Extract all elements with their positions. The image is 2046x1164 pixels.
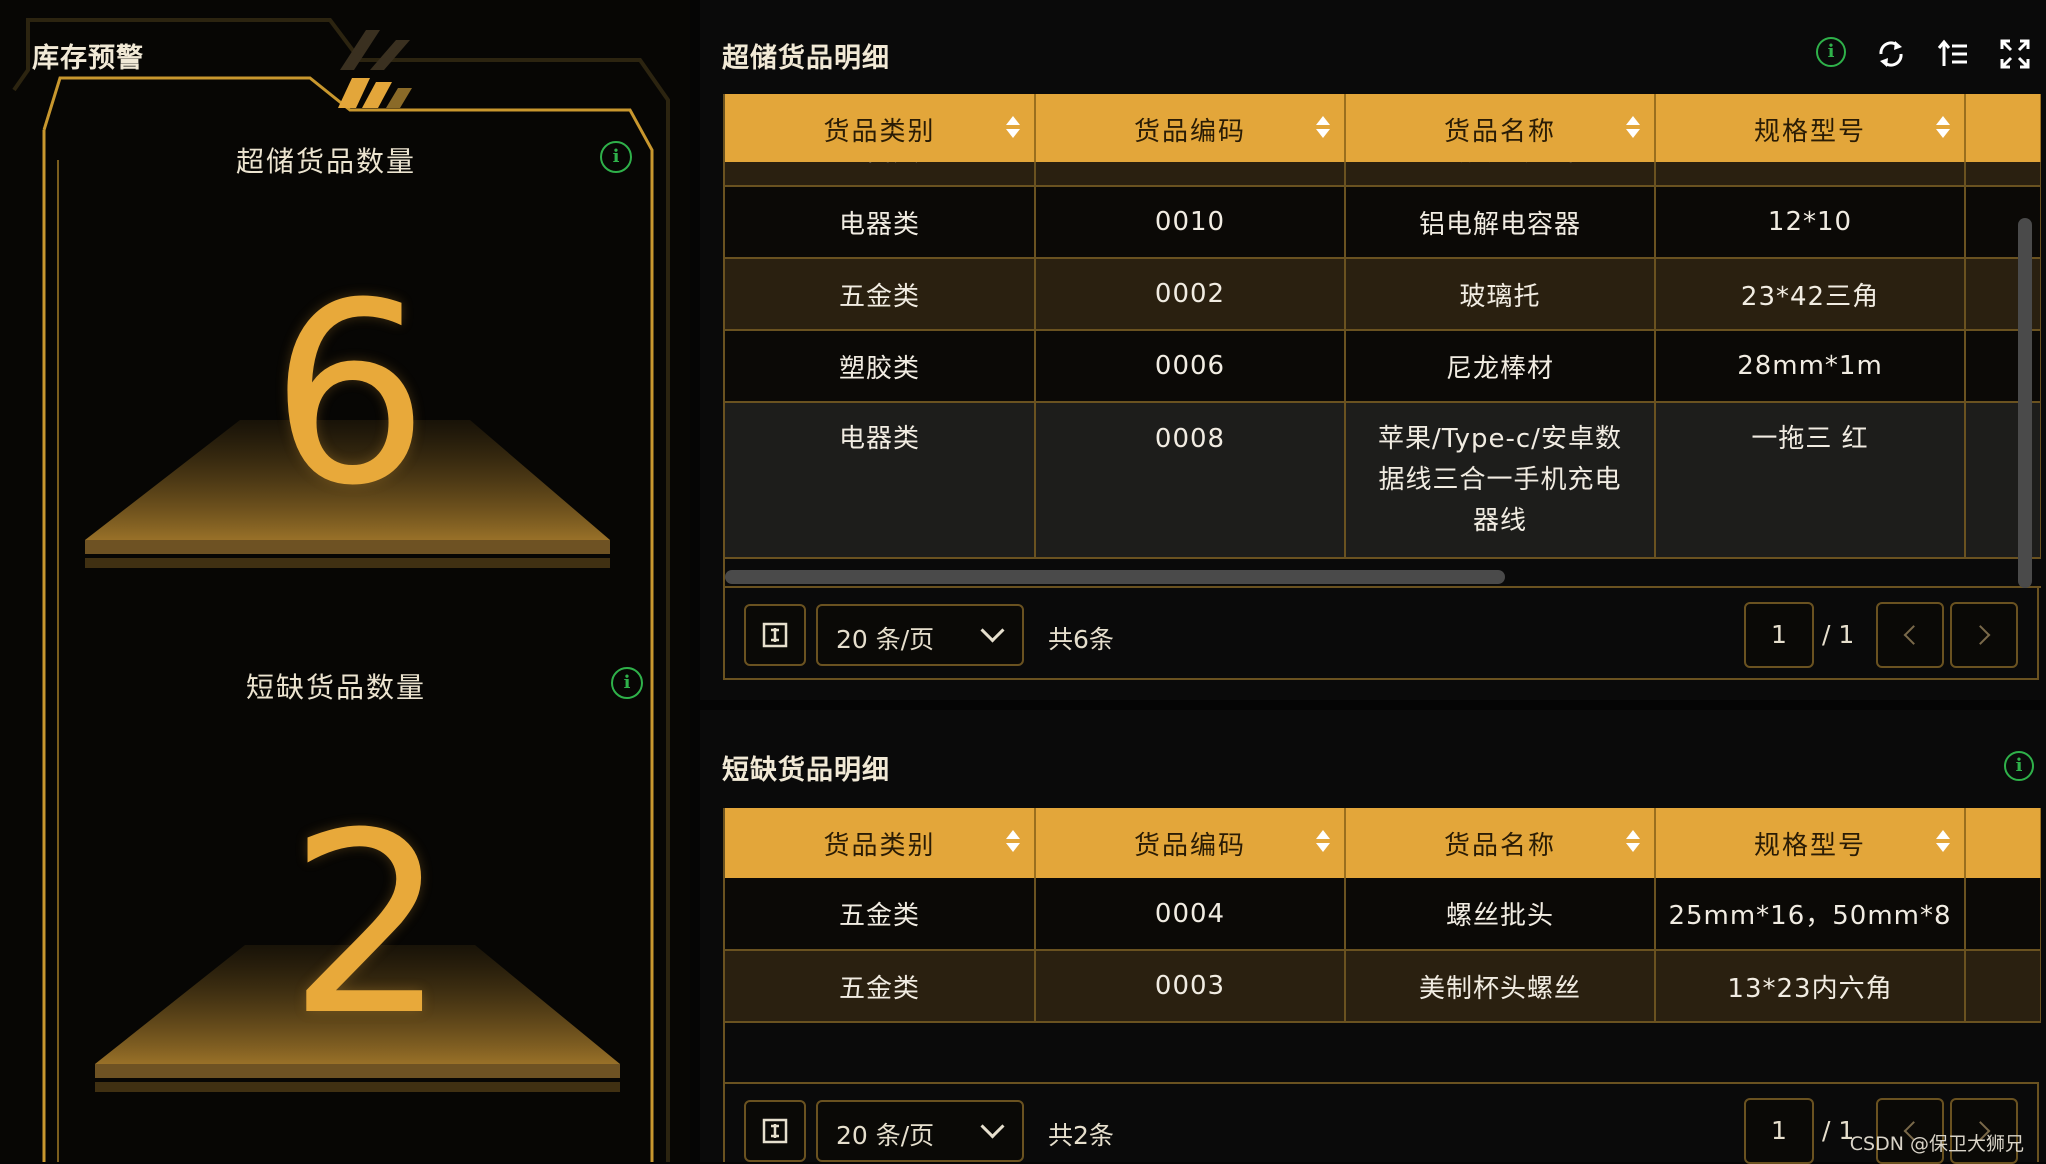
page-number-input[interactable]: 1: [1744, 602, 1814, 668]
sort-icon[interactable]: [1316, 116, 1330, 140]
overstock-count-value: 6: [270, 249, 430, 540]
chevron-down-icon: [980, 618, 1005, 643]
column-header-extra: [1965, 808, 2041, 878]
chevron-right-icon: [1970, 625, 1991, 645]
table-row[interactable]: 电器类 0008 苹果/Type-c/安卓数据线三合一手机充电器线 一拖三 红: [725, 402, 2041, 559]
overstock-table-viewport[interactable]: 货品类别 货品编码 货品名称 规格型号 电器类0000电磁炉点数电阻203502…: [723, 94, 2041, 588]
refresh-icon[interactable]: [1874, 37, 1908, 71]
column-header-name[interactable]: 货品名称: [1345, 94, 1656, 164]
table-row[interactable]: 塑胶类 0006 尼龙棒材 28mm*1m: [725, 330, 2041, 403]
table-row[interactable]: 五金类 0003 美制杯头螺丝 13*23内六角: [725, 950, 2041, 1023]
column-settings-icon: [762, 622, 788, 648]
table-row[interactable]: 五金类 0002 玻璃托 23*42三角: [725, 258, 2041, 331]
fullscreen-icon[interactable]: [1998, 37, 2032, 71]
info-icon[interactable]: i: [611, 667, 643, 699]
table-row[interactable]: 电器类 0010 铝电解电容器 12*10: [725, 186, 2041, 259]
section-title: 超储货品明细: [722, 43, 890, 74]
sort-icon[interactable]: [1006, 830, 1020, 854]
sort-icon[interactable]: [1006, 116, 1020, 140]
info-icon[interactable]: i: [1816, 37, 1846, 67]
page-size-select[interactable]: 20 条/页: [816, 604, 1024, 666]
info-icon[interactable]: i: [2004, 751, 2034, 781]
column-header-extra: [1965, 94, 2041, 164]
column-header-category[interactable]: 货品类别: [725, 94, 1036, 164]
info-icon[interactable]: i: [600, 141, 632, 173]
overstock-table: 货品类别 货品编码 货品名称 规格型号: [725, 94, 2041, 164]
shortage-table: 货品类别 货品编码 货品名称 规格型号 五金类 0004 螺丝批头 25mm*16，5…: [725, 808, 2041, 1023]
prev-page-button[interactable]: [1876, 602, 1944, 668]
column-settings-button[interactable]: [744, 1100, 806, 1162]
column-header-name[interactable]: 货品名称: [1345, 808, 1656, 878]
sort-icon[interactable]: [1316, 830, 1330, 854]
shortage-count-label: 短缺货品数量: [246, 671, 427, 704]
table-row[interactable]: 五金类 0004 螺丝批头 25mm*16，50mm*8: [725, 878, 2041, 951]
column-settings-icon: [762, 1118, 788, 1144]
overstock-table-body: 电器类0000电磁炉点数电阻20350204084 电器类0010铝电解电容器1…: [725, 162, 2041, 559]
shortage-count-value: 2: [288, 779, 448, 1070]
next-page-button[interactable]: [1950, 602, 2018, 668]
vertical-scrollbar[interactable]: [2018, 218, 2032, 588]
column-header-code[interactable]: 货品编码: [1035, 808, 1346, 878]
section-toolbar: i: [1816, 37, 2032, 71]
horizontal-scrollbar[interactable]: [725, 570, 1505, 584]
chevron-down-icon: [980, 1114, 1005, 1139]
page-size-select[interactable]: 20 条/页: [816, 1100, 1024, 1162]
table-body-scroll[interactable]: 电器类0000电磁炉点数电阻20350204084 电器类0010铝电解电容器1…: [725, 162, 2041, 578]
shortage-table-viewport[interactable]: 货品类别 货品编码 货品名称 规格型号 五金类 0004 螺丝批头 25mm*16，5…: [723, 808, 2041, 1084]
page-total: / 1: [1822, 620, 1855, 649]
column-header-spec[interactable]: 规格型号: [1655, 94, 1966, 164]
sort-icon[interactable]: [1936, 116, 1950, 140]
sort-icon[interactable]: [1626, 830, 1640, 854]
column-header-category[interactable]: 货品类别: [725, 808, 1036, 878]
panel-title: 库存预警: [32, 43, 144, 74]
overstock-count-label: 超储货品数量: [236, 145, 417, 178]
table-row[interactable]: 电器类0000电磁炉点数电阻20350204084: [725, 162, 2041, 187]
column-header-spec[interactable]: 规格型号: [1655, 808, 1966, 878]
chevron-left-icon: [1903, 625, 1924, 645]
sort-icon[interactable]: [1936, 830, 1950, 854]
watermark: CSDN @保卫大狮兄: [1849, 1133, 2024, 1155]
total-count: 共2条: [1048, 1121, 1114, 1150]
page-number-input[interactable]: 1: [1744, 1098, 1814, 1164]
column-settings-button[interactable]: [744, 604, 806, 666]
section-title: 短缺货品明细: [722, 755, 890, 786]
column-header-code[interactable]: 货品编码: [1035, 94, 1346, 164]
sort-lines-icon[interactable]: [1936, 37, 1970, 71]
total-count: 共6条: [1048, 625, 1114, 654]
sort-icon[interactable]: [1626, 116, 1640, 140]
inventory-alert-panel: 库存预警 超储货品数量 i 6 短缺货品数量 i 2: [0, 0, 690, 1162]
